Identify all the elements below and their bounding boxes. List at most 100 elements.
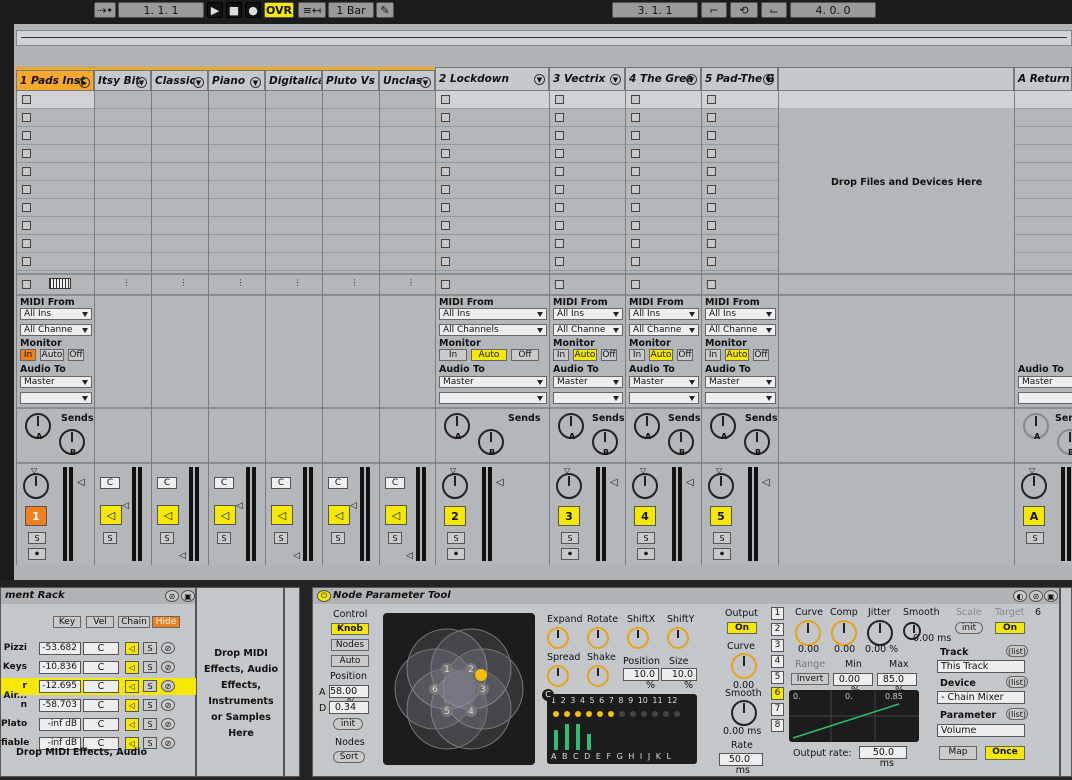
stop-clip-icon[interactable]	[441, 131, 450, 140]
stop-clip-icon[interactable]	[22, 113, 31, 122]
chain-row[interactable]: r Air... -12.695 C ◁ S ⊘	[1, 678, 197, 701]
monitor-in-button[interactable]: In	[553, 349, 569, 361]
clip-slot[interactable]	[152, 181, 208, 199]
midi-channel-select[interactable]: All Channe	[629, 324, 699, 336]
volume-slider-icon[interactable]: ◁	[406, 551, 413, 561]
crossfade-button[interactable]: C	[100, 477, 120, 489]
scale-init-button[interactable]: init	[955, 622, 983, 634]
clip-slot[interactable]	[550, 217, 625, 235]
key-button[interactable]: Key	[53, 616, 81, 628]
chain-volume[interactable]: -58.703	[39, 699, 81, 712]
track-activator[interactable]: 1	[25, 506, 47, 526]
clip-slot[interactable]	[436, 91, 549, 109]
clip-slot[interactable]	[95, 163, 151, 181]
output-smooth-knob[interactable]	[731, 700, 757, 726]
clip-slot[interactable]	[323, 163, 379, 181]
chain-hotswap-icon[interactable]: ⊘	[161, 680, 175, 692]
hide-button[interactable]: Hide	[152, 616, 180, 628]
rate-field[interactable]: 50.0 ms	[719, 753, 763, 776]
chain-pan[interactable]: C	[83, 699, 119, 712]
crossfade-button[interactable]: C	[328, 477, 348, 489]
clip-slot[interactable]	[702, 91, 778, 109]
loop-start[interactable]: 3. 1. 1	[612, 2, 698, 18]
chain-row[interactable]: Keys -10.836 C ◁ S ⊘	[1, 659, 197, 676]
clip-slot[interactable]	[17, 163, 94, 181]
clip-slot[interactable]	[209, 199, 265, 217]
comp-knob[interactable]	[831, 620, 857, 646]
stop-clip-icon[interactable]	[555, 185, 564, 194]
stop-clip-icon[interactable]	[22, 167, 31, 176]
chain-speaker-icon[interactable]: ◁	[125, 661, 139, 674]
clip-slot[interactable]	[209, 217, 265, 235]
crossfade-button[interactable]: C	[385, 477, 405, 489]
clip-slot[interactable]	[702, 217, 778, 235]
track-activator-speaker-icon[interactable]: ◁	[100, 505, 122, 525]
solo-button[interactable]: S	[28, 532, 46, 544]
track-header-9[interactable]: 3 Vectrix ▼	[549, 67, 625, 91]
chain-speaker-icon[interactable]: ◁	[125, 699, 139, 712]
clip-slot[interactable]	[436, 235, 549, 253]
clip-slot[interactable]	[626, 253, 701, 271]
clip-slot[interactable]	[626, 235, 701, 253]
node-output-5[interactable]: 5	[771, 671, 784, 684]
clip-slot[interactable]	[209, 163, 265, 181]
clip-slot[interactable]	[95, 181, 151, 199]
monitor-in-button[interactable]: In	[20, 349, 36, 361]
clip-slot[interactable]	[17, 217, 94, 235]
midi-channel-select[interactable]: All Channe	[553, 324, 623, 336]
stop-clip-icon[interactable]	[22, 239, 31, 248]
clip-slot[interactable]	[266, 235, 322, 253]
monitor-off-button[interactable]: Off	[601, 349, 617, 361]
clip-slot[interactable]	[209, 127, 265, 145]
stop-clip-icon[interactable]	[707, 95, 716, 104]
stop-clip-icon[interactable]	[631, 149, 640, 158]
target-on-button[interactable]: On	[995, 622, 1025, 634]
stop-clip-icon[interactable]	[441, 185, 450, 194]
clip-slot[interactable]	[626, 163, 701, 181]
clip-slot[interactable]	[323, 217, 379, 235]
stop-clip-icon[interactable]	[707, 203, 716, 212]
punch-in-icon[interactable]: ⌐	[701, 2, 727, 18]
track-header-11[interactable]: 5 Pad-The G ▼	[701, 67, 778, 91]
clip-slot[interactable]	[436, 163, 549, 181]
clip-slot[interactable]	[95, 199, 151, 217]
chain-speaker-icon[interactable]: ◁	[125, 642, 139, 655]
npt-fold-icon[interactable]: ◐	[1013, 590, 1027, 602]
keyboard-icon[interactable]	[49, 278, 71, 289]
solo-button[interactable]: S	[713, 532, 731, 544]
monitor-off-button[interactable]: Off	[677, 349, 693, 361]
stop-clip-icon[interactable]	[441, 95, 450, 104]
clip-slot[interactable]	[380, 253, 435, 271]
audio-to-channel[interactable]	[1018, 392, 1072, 404]
a-position-field[interactable]: 58.00 %	[329, 685, 369, 708]
clip-slot[interactable]	[436, 109, 549, 127]
clip-slot[interactable]	[702, 109, 778, 127]
clip-slot[interactable]	[266, 145, 322, 163]
track-select[interactable]: This Track	[937, 660, 1025, 673]
clip-slot[interactable]	[209, 235, 265, 253]
arm-button[interactable]: ⏺	[447, 548, 465, 560]
clip-slot[interactable]	[152, 145, 208, 163]
chain-solo-button[interactable]: S	[143, 680, 157, 692]
monitor-in-button[interactable]: In	[705, 349, 721, 361]
stop-clip-icon[interactable]	[631, 113, 640, 122]
clip-slot[interactable]	[95, 217, 151, 235]
device-select[interactable]: - Chain Mixer	[937, 691, 1025, 704]
stop-clip-icon[interactable]	[555, 221, 564, 230]
audio-to-channel[interactable]	[20, 392, 92, 404]
monitor-auto-button[interactable]: Auto	[649, 349, 673, 361]
chain-row[interactable]: Pizzi -53.682 C ◁ S ⊘	[1, 640, 197, 657]
track-header-2[interactable]: Itsy Bit ▼	[94, 70, 151, 91]
clip-slot[interactable]	[436, 181, 549, 199]
pan-knob[interactable]	[23, 473, 49, 499]
pan-knob[interactable]	[708, 473, 734, 499]
chain-volume[interactable]: -inf dB	[39, 718, 81, 731]
stop-clip-icon[interactable]	[555, 131, 564, 140]
midi-channel-select[interactable]: All Channe	[20, 324, 92, 336]
volume-slider-icon[interactable]: ◁	[496, 477, 504, 488]
stop-clip-icon[interactable]	[631, 95, 640, 104]
stop-clip-icon[interactable]	[707, 185, 716, 194]
stop-clip-icon[interactable]	[555, 203, 564, 212]
sort-button[interactable]: Sort	[333, 751, 365, 763]
stop-button[interactable]: ■	[226, 2, 242, 18]
